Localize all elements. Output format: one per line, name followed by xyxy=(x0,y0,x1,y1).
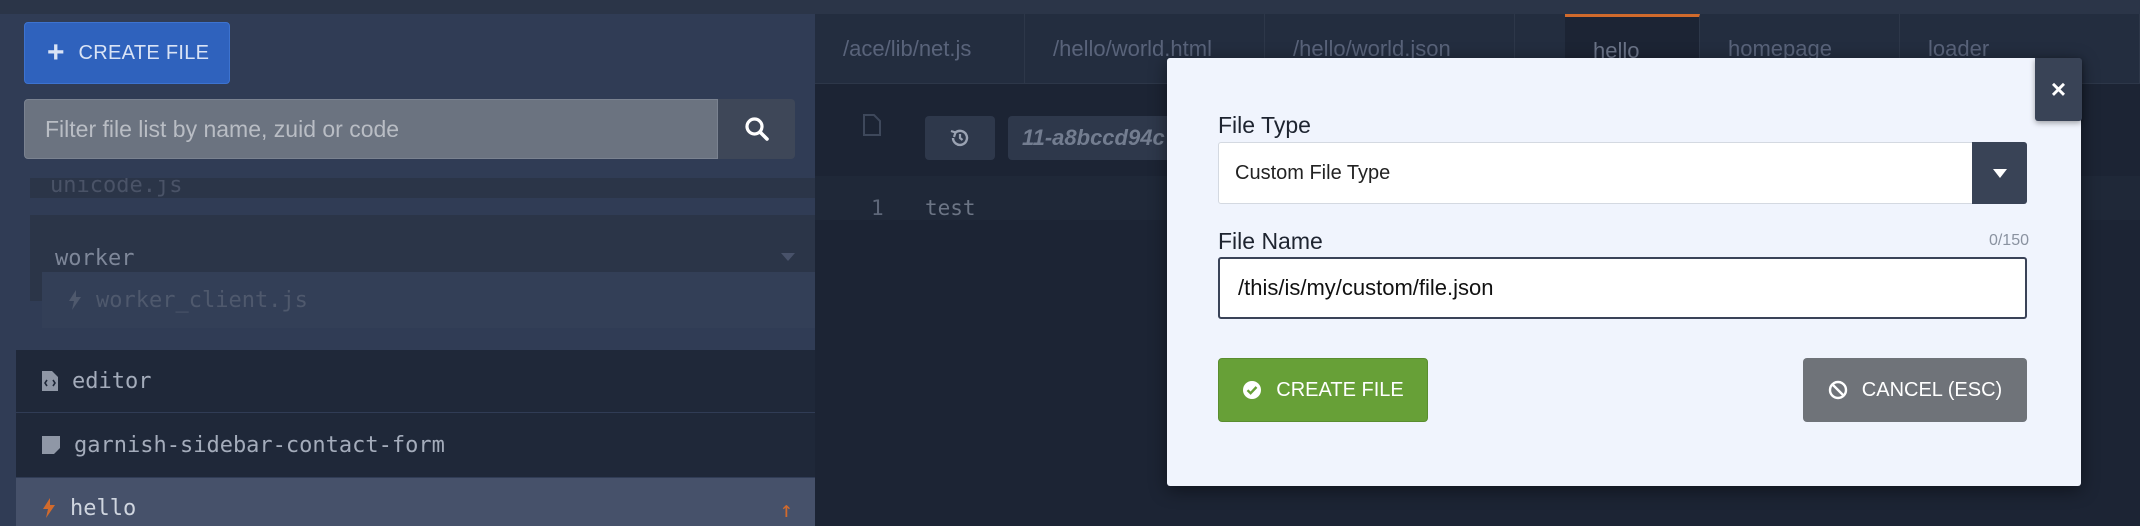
ban-icon xyxy=(1828,380,1848,400)
file-item-garnish[interactable]: garnish-sidebar-contact-form xyxy=(16,413,815,477)
sidebar-top-strip xyxy=(0,0,815,14)
file-item-label: worker_client.js xyxy=(96,287,308,313)
create-file-submit-button[interactable]: CREATE FILE xyxy=(1218,358,1428,422)
file-item-hello[interactable]: hello ↑ xyxy=(16,478,815,526)
file-name-input[interactable] xyxy=(1218,257,2027,319)
arrow-up-icon: ↑ xyxy=(779,498,793,523)
check-circle-icon xyxy=(1242,380,1262,400)
file-type-label: File Type xyxy=(1218,112,1311,138)
caret-down-icon[interactable] xyxy=(1972,142,2027,204)
sticky-note-icon xyxy=(42,436,60,454)
file-tree: unicode.js worker worker_client.js edito… xyxy=(0,178,815,526)
file-zuid[interactable]: 11-a8bccd94c xyxy=(1008,116,1188,160)
file-item-label: hello xyxy=(70,495,137,521)
plus-icon: + xyxy=(47,36,65,69)
sidebar: + CREATE FILE unicode.js worker worker_c… xyxy=(0,0,815,526)
cancel-button-label: CANCEL (ESC) xyxy=(1861,378,2003,401)
file-item-label: editor xyxy=(72,368,152,394)
file-item-label: garnish-sidebar-contact-form xyxy=(74,432,445,458)
file-item-label: unicode.js xyxy=(50,178,183,198)
create-file-submit-label: CREATE FILE xyxy=(1276,378,1404,401)
file-type-value: Custom File Type xyxy=(1235,161,1391,184)
line-number: 1 xyxy=(871,196,884,220)
tab-label: /ace/lib/net.js xyxy=(843,36,972,61)
file-item-worker-client[interactable]: worker_client.js xyxy=(42,272,815,328)
file-item-unicode[interactable]: unicode.js xyxy=(30,178,815,198)
close-icon: × xyxy=(2050,74,2067,104)
cancel-button[interactable]: CANCEL (ESC) xyxy=(1803,358,2027,422)
create-file-button[interactable]: + CREATE FILE xyxy=(24,22,230,84)
file-type-select[interactable]: Custom File Type xyxy=(1218,142,2027,204)
folder-label: worker xyxy=(55,245,135,271)
caret-down-icon xyxy=(781,253,795,261)
bolt-icon xyxy=(42,498,56,518)
search-button[interactable] xyxy=(718,99,795,159)
char-counter: 0/150 xyxy=(1988,232,2029,249)
close-modal-button[interactable]: × xyxy=(2035,58,2082,121)
history-button[interactable] xyxy=(925,116,995,160)
search-icon xyxy=(744,117,769,141)
create-file-modal: File Type Custom File Type File Name 0/1… xyxy=(1167,58,2081,486)
history-icon xyxy=(950,129,969,147)
file-code-icon xyxy=(863,114,881,141)
file-code-icon xyxy=(42,371,58,391)
code-line[interactable]: test xyxy=(925,196,976,220)
tab-ace-lib-net[interactable]: /ace/lib/net.js xyxy=(815,14,1025,84)
editor-top-strip xyxy=(815,0,2140,14)
create-file-button-label: CREATE FILE xyxy=(78,41,210,64)
file-name-label: File Name xyxy=(1218,228,1323,254)
bolt-icon xyxy=(68,290,82,310)
filter-input[interactable] xyxy=(24,99,718,159)
file-item-editor[interactable]: editor xyxy=(16,350,815,412)
